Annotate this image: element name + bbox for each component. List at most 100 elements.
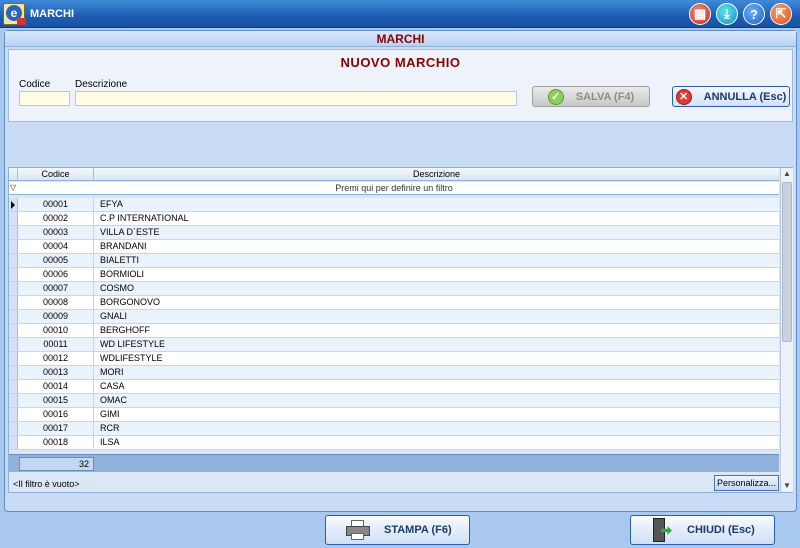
cell-codice: 00016 bbox=[18, 408, 94, 421]
cell-codice: 00013 bbox=[18, 366, 94, 379]
cell-descrizione: GIMI bbox=[100, 409, 120, 419]
row-selector[interactable] bbox=[9, 324, 18, 337]
print-button-label: STAMPA (F6) bbox=[384, 524, 452, 536]
calculator-icon[interactable]: ▦ bbox=[689, 3, 711, 25]
help-icon[interactable]: ? bbox=[743, 3, 765, 25]
table-row[interactable]: 00011 WD LIFESTYLE bbox=[9, 338, 779, 352]
row-selector[interactable] bbox=[9, 366, 18, 379]
cell-descrizione: EFYA bbox=[100, 199, 123, 209]
filter-status: <Il filtro è vuoto> bbox=[13, 479, 80, 489]
cell-codice: 00015 bbox=[18, 394, 94, 407]
table-row[interactable]: 00009 GNALI bbox=[9, 310, 779, 324]
descrizione-label: Descrizione bbox=[75, 79, 128, 90]
window-title: MARCHI bbox=[30, 8, 74, 20]
current-row-arrow-icon bbox=[11, 201, 15, 209]
cell-codice: 00017 bbox=[18, 422, 94, 435]
cell-descrizione: BORMIOLI bbox=[100, 269, 145, 279]
print-button[interactable]: STAMPA (F6) bbox=[325, 515, 470, 545]
exit-door-icon bbox=[653, 518, 672, 542]
cell-descrizione: GNALI bbox=[100, 311, 128, 321]
scroll-down-icon[interactable]: ▼ bbox=[781, 480, 793, 492]
row-selector[interactable] bbox=[9, 394, 18, 407]
close-icon: ✕ bbox=[675, 88, 692, 105]
cell-descrizione: ILSA bbox=[100, 437, 120, 447]
table-row[interactable]: 00001 EFYA bbox=[9, 198, 779, 212]
cell-codice: 00012 bbox=[18, 352, 94, 365]
close-button-label: CHIUDI (Esc) bbox=[687, 524, 755, 536]
table-row[interactable]: 00014 CASA bbox=[9, 380, 779, 394]
descrizione-input[interactable] bbox=[75, 91, 517, 106]
row-selector[interactable] bbox=[9, 240, 18, 253]
brands-table: Codice Descrizione Premi qui per definir… bbox=[8, 167, 793, 493]
save-button[interactable]: ✓ SALVA (F4) bbox=[532, 86, 650, 107]
row-selector[interactable] bbox=[9, 338, 18, 351]
row-selector[interactable] bbox=[9, 198, 18, 211]
printer-icon bbox=[346, 520, 370, 540]
row-selector[interactable] bbox=[9, 282, 18, 295]
row-selector[interactable] bbox=[9, 380, 18, 393]
close-button[interactable]: CHIUDI (Esc) bbox=[630, 515, 775, 545]
table-row[interactable]: 00016 GIMI bbox=[9, 408, 779, 422]
row-selector[interactable] bbox=[9, 310, 18, 323]
row-selector[interactable] bbox=[9, 422, 18, 435]
cell-descrizione: MORI bbox=[100, 367, 124, 377]
cell-descrizione: COSMO bbox=[100, 283, 135, 293]
table-header: Codice Descrizione bbox=[9, 168, 779, 181]
cell-codice: 00007 bbox=[18, 282, 94, 295]
table-row[interactable]: 00017 RCR bbox=[9, 422, 779, 436]
cell-descrizione: BORGONOVO bbox=[100, 297, 161, 307]
table-row[interactable]: 00008 BORGONOVO bbox=[9, 296, 779, 310]
table-row[interactable]: 00013 MORI bbox=[9, 366, 779, 380]
filter-prompt: Premi qui per definire un filtro bbox=[335, 183, 453, 193]
row-selector[interactable] bbox=[9, 212, 18, 225]
cell-codice: 00014 bbox=[18, 380, 94, 393]
table-row[interactable]: 00018 ILSA bbox=[9, 436, 779, 450]
table-row[interactable]: 00002 C.P INTERNATIONAL bbox=[9, 212, 779, 226]
row-selector[interactable] bbox=[9, 296, 18, 309]
row-selector[interactable] bbox=[9, 268, 18, 281]
codice-input[interactable] bbox=[19, 91, 70, 106]
main-frame: MARCHI NUOVO MARCHIO Codice Descrizione … bbox=[4, 30, 797, 512]
new-brand-form: NUOVO MARCHIO Codice Descrizione ✓ SALVA… bbox=[8, 49, 793, 122]
scroll-up-icon[interactable]: ▲ bbox=[781, 168, 793, 180]
column-header-codice[interactable]: Codice bbox=[18, 168, 94, 181]
table-row[interactable]: 00003 VILLA D`ESTE bbox=[9, 226, 779, 240]
table-footer: <Il filtro è vuoto> Personalizza... bbox=[9, 473, 779, 493]
cell-codice: 00003 bbox=[18, 226, 94, 239]
row-selector[interactable] bbox=[9, 436, 18, 449]
row-selector[interactable] bbox=[9, 408, 18, 421]
cell-codice: 00006 bbox=[18, 268, 94, 281]
scroll-thumb[interactable] bbox=[782, 182, 792, 342]
cell-descrizione: BERGHOFF bbox=[100, 325, 151, 335]
filter-icon: ▽ bbox=[10, 183, 17, 192]
cell-codice: 00001 bbox=[18, 198, 94, 211]
customize-button[interactable]: Personalizza... bbox=[714, 475, 779, 491]
cell-descrizione: C.P INTERNATIONAL bbox=[100, 213, 189, 223]
check-icon: ✓ bbox=[547, 88, 564, 105]
exit-icon[interactable]: ⇱ bbox=[770, 3, 792, 25]
cell-descrizione: VILLA D`ESTE bbox=[100, 227, 160, 237]
app-logo-icon: e bbox=[3, 3, 26, 25]
title-bar: e MARCHI ▦ ⤓ ? ⇱ bbox=[0, 0, 800, 28]
table-row[interactable]: 00010 BERGHOFF bbox=[9, 324, 779, 338]
download-icon[interactable]: ⤓ bbox=[716, 3, 738, 25]
row-selector[interactable] bbox=[9, 254, 18, 267]
filter-row[interactable]: Premi qui per definire un filtro ▽ bbox=[9, 182, 779, 195]
cell-codice: 00002 bbox=[18, 212, 94, 225]
table-row[interactable]: 00007 COSMO bbox=[9, 282, 779, 296]
save-button-label: SALVA (F4) bbox=[575, 90, 635, 103]
table-row[interactable]: 00004 BRANDANI bbox=[9, 240, 779, 254]
column-header-descrizione[interactable]: Descrizione bbox=[94, 168, 779, 181]
row-selector[interactable] bbox=[9, 352, 18, 365]
cell-descrizione: CASA bbox=[100, 381, 125, 391]
cell-descrizione: BIALETTI bbox=[100, 255, 140, 265]
codice-label: Codice bbox=[19, 79, 51, 90]
summary-row: 32 bbox=[9, 454, 779, 472]
vertical-scrollbar[interactable]: ▲ ▼ bbox=[780, 168, 793, 492]
table-row[interactable]: 00015 OMAC bbox=[9, 394, 779, 408]
cancel-button[interactable]: ✕ ANNULLA (Esc) bbox=[672, 86, 790, 107]
table-row[interactable]: 00012 WDLIFESTYLE bbox=[9, 352, 779, 366]
table-row[interactable]: 00005 BIALETTI bbox=[9, 254, 779, 268]
row-selector[interactable] bbox=[9, 226, 18, 239]
table-row[interactable]: 00006 BORMIOLI bbox=[9, 268, 779, 282]
